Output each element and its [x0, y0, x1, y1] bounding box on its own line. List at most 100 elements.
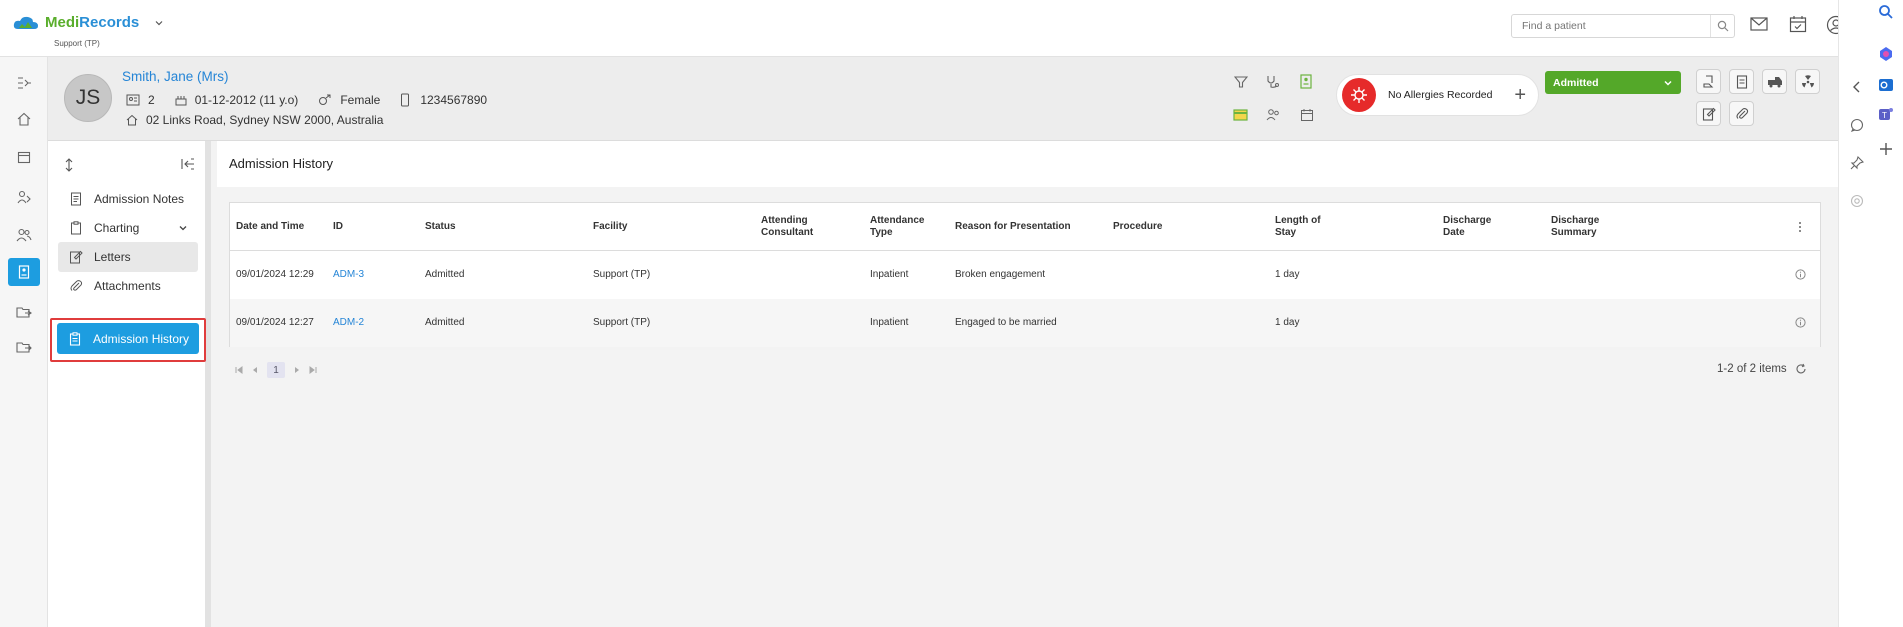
- collapse-panel-icon[interactable]: [181, 158, 195, 170]
- radiation-button[interactable]: [1795, 69, 1820, 94]
- page-number[interactable]: 1: [267, 362, 285, 378]
- chat-icon[interactable]: [1850, 118, 1864, 132]
- table-header: Date and Time ID Status Facility Attendi…: [230, 203, 1820, 251]
- at-sign-icon[interactable]: [1850, 194, 1864, 208]
- cell-length-of-stay: 1 day: [1275, 317, 1300, 328]
- add-icon[interactable]: [1878, 141, 1894, 157]
- admission-status-value: Admitted: [1553, 76, 1599, 89]
- main-content: Admission History Date and Time ID Statu…: [217, 141, 1838, 627]
- admission-history-table: Date and Time ID Status Facility Attendi…: [229, 202, 1821, 347]
- stethoscope-icon[interactable]: [1266, 75, 1280, 89]
- first-page-icon[interactable]: [235, 366, 243, 374]
- highlight-box: [50, 318, 206, 362]
- filter-icon[interactable]: [1234, 75, 1248, 89]
- app-name: MediRecords: [45, 14, 140, 31]
- expand-menu-icon: [18, 77, 31, 89]
- expand-nav-button[interactable]: [8, 69, 40, 97]
- column-header[interactable]: ID: [333, 221, 343, 233]
- cell-reason: Broken engagement: [955, 269, 1046, 280]
- cell-status: Admitted: [425, 317, 465, 328]
- cell-status: Admitted: [425, 269, 465, 280]
- table-row[interactable]: 09/01/2024 12:29 ADM-3 Admitted Support …: [230, 251, 1820, 299]
- gender-icon: [319, 94, 331, 105]
- nav-home[interactable]: [8, 105, 40, 133]
- allergen-icon: [1351, 87, 1367, 103]
- cell-datetime: 09/01/2024 12:29: [236, 269, 314, 280]
- patient-name[interactable]: Smith, Jane (Mrs): [122, 69, 229, 84]
- column-header[interactable]: Attendance Type: [870, 215, 924, 239]
- chevron-left-icon[interactable]: [1851, 80, 1863, 94]
- items-count: 1-2 of 2 items: [1717, 363, 1807, 375]
- nav-calendar[interactable]: [8, 143, 40, 171]
- teams-icon[interactable]: T: [1878, 106, 1894, 122]
- subnav-item-admission-notes[interactable]: Admission Notes: [58, 184, 198, 214]
- patient-phone: 1234567890: [420, 93, 488, 107]
- record-subnav: Admission Notes Charting Letters Attachm…: [48, 141, 211, 627]
- cloud-logo-icon: [13, 16, 38, 29]
- info-icon[interactable]: [1795, 269, 1806, 280]
- documents-button[interactable]: [1729, 69, 1754, 94]
- subnav-label: Attachments: [94, 279, 161, 293]
- copilot-icon[interactable]: [1878, 46, 1894, 62]
- ambulance-button[interactable]: [1762, 69, 1787, 94]
- cell-length-of-stay: 1 day: [1275, 269, 1300, 280]
- subnav-item-letters[interactable]: Letters: [58, 242, 198, 272]
- column-header[interactable]: Length of Stay: [1275, 215, 1321, 239]
- column-header[interactable]: Status: [425, 221, 456, 233]
- outlook-icon[interactable]: [1878, 77, 1894, 93]
- nav-patient-flow[interactable]: [8, 183, 40, 211]
- admission-id-link[interactable]: ADM-2: [333, 317, 364, 328]
- mail-icon[interactable]: [1750, 17, 1768, 31]
- payment-card-icon[interactable]: [1233, 109, 1248, 121]
- resize-vertical-icon[interactable]: [64, 158, 74, 172]
- patient-search[interactable]: [1511, 14, 1735, 38]
- previous-page-icon[interactable]: [251, 366, 259, 374]
- edit-note-button[interactable]: [1696, 101, 1721, 126]
- column-header[interactable]: Discharge Summary: [1551, 215, 1599, 239]
- pin-icon[interactable]: [1850, 156, 1864, 170]
- column-menu-icon[interactable]: [1798, 221, 1802, 233]
- column-header[interactable]: Attending Consultant: [761, 215, 813, 239]
- app-logo[interactable]: MediRecords: [12, 14, 164, 31]
- nav-transfer-out[interactable]: [8, 333, 40, 361]
- folder-out-icon: [16, 342, 32, 353]
- nav-patients[interactable]: [8, 221, 40, 249]
- search-input[interactable]: [1512, 20, 1710, 32]
- contacts-icon[interactable]: [1266, 108, 1280, 122]
- hand-document-icon: [1702, 74, 1713, 88]
- next-page-icon[interactable]: [293, 366, 301, 374]
- chevron-down-icon: [1664, 80, 1672, 86]
- admission-id-link[interactable]: ADM-3: [333, 269, 364, 280]
- chevron-down-icon[interactable]: [178, 223, 188, 233]
- appointments-icon[interactable]: [1300, 108, 1314, 122]
- refresh-icon[interactable]: [1795, 363, 1807, 375]
- column-header[interactable]: Reason for Presentation: [955, 221, 1071, 233]
- search-copilot-icon[interactable]: [1878, 4, 1894, 20]
- nav-patient-record[interactable]: [8, 258, 40, 286]
- column-header[interactable]: Discharge Date: [1443, 215, 1491, 239]
- column-header[interactable]: Facility: [593, 221, 627, 233]
- attach-button[interactable]: [1729, 101, 1754, 126]
- referral-button[interactable]: [1696, 69, 1721, 94]
- page-header: Admission History: [217, 141, 1838, 187]
- add-allergy-button[interactable]: +: [1514, 84, 1526, 107]
- column-header[interactable]: Procedure: [1113, 221, 1162, 233]
- edit-note-icon: [1702, 107, 1716, 121]
- document-icon: [1736, 74, 1747, 89]
- people-icon: [16, 228, 32, 242]
- calendar-check-icon[interactable]: [1789, 15, 1807, 33]
- calendar-icon: [17, 151, 31, 164]
- mobile-phone-icon: [401, 93, 410, 107]
- table-row[interactable]: 09/01/2024 12:27 ADM-2 Admitted Support …: [230, 299, 1820, 347]
- nav-transfer-in[interactable]: [8, 298, 40, 326]
- last-page-icon[interactable]: [309, 366, 317, 374]
- subnav-item-charting[interactable]: Charting: [58, 213, 198, 243]
- search-button[interactable]: [1710, 15, 1734, 37]
- column-header[interactable]: Date and Time: [236, 221, 304, 233]
- subnav-item-attachments[interactable]: Attachments: [58, 271, 198, 301]
- patient-gender: Female: [340, 93, 381, 107]
- admission-status-dropdown[interactable]: Admitted: [1545, 71, 1681, 94]
- chevron-down-icon[interactable]: [154, 18, 164, 28]
- info-icon[interactable]: [1795, 317, 1806, 328]
- patient-card-icon[interactable]: [1300, 74, 1312, 89]
